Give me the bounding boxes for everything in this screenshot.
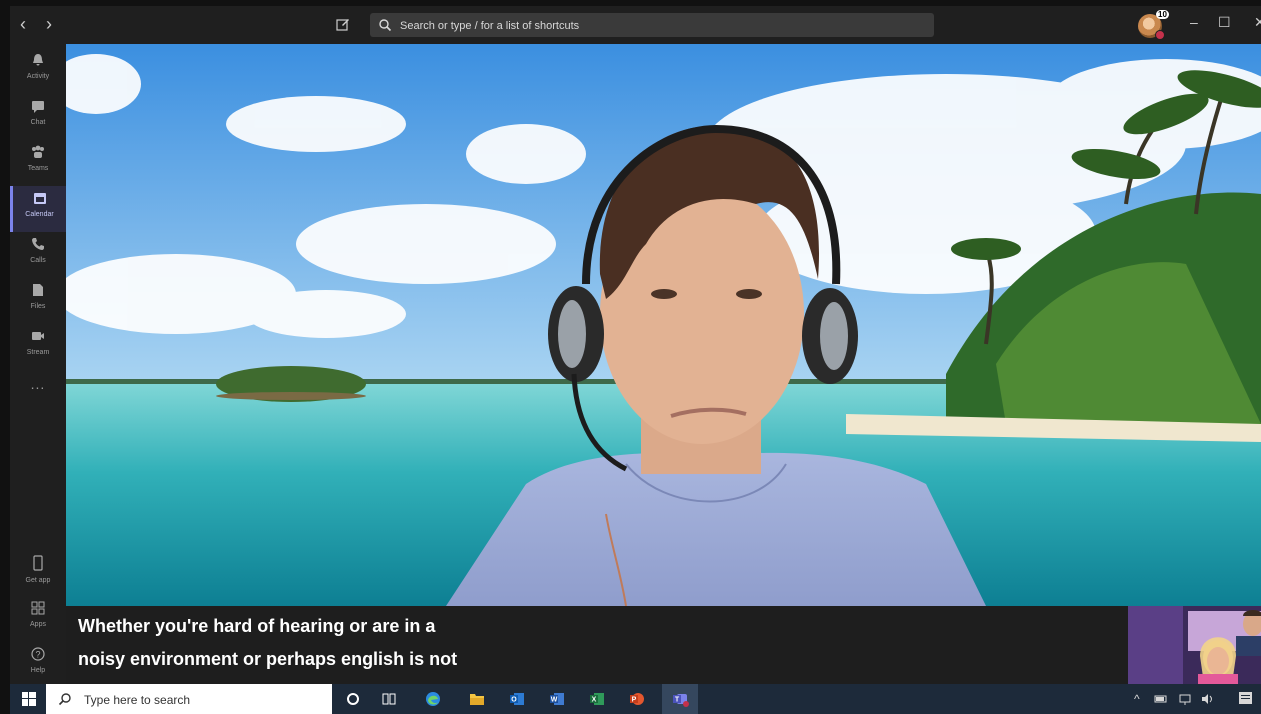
teams-window: ‹ › 10 – ☐ ✕ Activity Chat — [0, 0, 1261, 714]
rail-item-calendar[interactable]: Calendar — [10, 186, 66, 232]
taskbar-active-app[interactable]: T — [662, 684, 698, 714]
rail-item-apps[interactable]: Apps — [10, 596, 66, 642]
video-feed — [66, 44, 1261, 606]
back-arrow-icon[interactable]: ‹ — [20, 14, 26, 35]
battery-icon[interactable] — [1154, 692, 1168, 706]
svg-text:P: P — [632, 697, 637, 704]
maximize-button[interactable]: ☐ — [1218, 14, 1231, 31]
teams-icon: T — [673, 694, 689, 707]
rail-item-label: Get app — [25, 577, 51, 584]
taskbar-search-placeholder: Type here to search — [84, 693, 191, 707]
task-view-icon[interactable] — [380, 690, 398, 708]
compose-icon[interactable] — [336, 17, 350, 31]
edge-icon[interactable] — [424, 690, 442, 708]
cortana-icon[interactable] — [344, 690, 362, 708]
svg-text:?: ? — [35, 650, 40, 660]
search-input[interactable] — [398, 15, 922, 37]
apps-icon — [31, 601, 45, 615]
outlook-icon[interactable]: O — [508, 690, 526, 708]
rail-item-get-app[interactable]: Get app — [10, 550, 66, 596]
phone-icon — [32, 238, 44, 250]
rail-item-label: Calendar — [25, 211, 54, 218]
teams-icon — [32, 145, 44, 158]
title-bar: ‹ › 10 – ☐ ✕ — [10, 6, 1261, 44]
mobile-icon — [33, 555, 43, 571]
word-icon[interactable]: W — [548, 690, 566, 708]
notification-badge: 10 — [1156, 10, 1169, 19]
rail-item-label: Activity — [26, 73, 50, 80]
help-icon: ? — [31, 647, 45, 661]
more-apps-icon[interactable]: ... — [10, 376, 66, 392]
close-button[interactable]: ✕ — [1254, 14, 1261, 31]
rail-item-help[interactable]: ? Help — [10, 642, 66, 688]
network-icon[interactable] — [1178, 692, 1192, 706]
rail-item-chat[interactable]: Chat — [10, 94, 66, 140]
speaker-video — [66, 44, 1261, 606]
rail-item-label: Help — [30, 667, 46, 674]
rail-item-activity[interactable]: Activity — [10, 48, 66, 94]
rail-item-teams[interactable]: Teams — [10, 140, 66, 186]
svg-text:X: X — [592, 697, 597, 704]
rail-item-files[interactable]: Files — [10, 278, 66, 324]
files-icon — [33, 284, 43, 296]
volume-icon[interactable] — [1200, 692, 1214, 706]
file-explorer-icon[interactable] — [468, 690, 486, 708]
forward-arrow-icon[interactable]: › — [46, 14, 52, 35]
rail-item-calls[interactable]: Calls — [10, 232, 66, 278]
powerpoint-icon[interactable]: P — [628, 690, 646, 708]
minimize-button[interactable]: – — [1190, 14, 1198, 30]
rail-item-label: Apps — [30, 621, 46, 628]
rail-item-label: Teams — [27, 165, 49, 172]
svg-text:T: T — [675, 697, 680, 704]
profile-menu[interactable]: 10 — [1134, 10, 1170, 40]
rail-item-label: Chat — [30, 119, 46, 126]
rail-item-label: Files — [30, 303, 46, 310]
windows-taskbar: Type here to search O W X P T ^ — [10, 684, 1261, 714]
bell-icon — [33, 54, 43, 66]
show-hidden-icons-icon[interactable]: ^ — [1134, 692, 1140, 706]
windows-start-icon[interactable] — [22, 692, 36, 706]
participant-thumbnail[interactable] — [1128, 606, 1261, 684]
calendar-icon — [33, 193, 46, 204]
rail-item-label: Calls — [30, 257, 46, 264]
chat-icon — [32, 101, 44, 113]
app-rail: Activity Chat Teams Calendar Calls Files… — [10, 44, 66, 684]
rail-item-label: Stream — [26, 349, 50, 356]
svg-text:W: W — [551, 697, 558, 704]
notifications-icon[interactable] — [1238, 691, 1253, 706]
search-icon — [58, 693, 71, 706]
caption-line: Whether you're hard of hearing or are in… — [78, 616, 436, 636]
participant-video — [1128, 606, 1261, 684]
stream-icon — [32, 332, 44, 340]
caption-line: noisy environment or perhaps english is … — [78, 649, 458, 669]
search-icon — [379, 19, 392, 32]
search-box[interactable] — [370, 13, 934, 37]
rail-item-stream[interactable]: Stream — [10, 324, 66, 370]
taskbar-search-box[interactable]: Type here to search — [46, 684, 332, 714]
presence-status-icon — [1155, 30, 1165, 40]
svg-text:O: O — [511, 697, 517, 704]
live-captions-panel: Whether you're hard of hearing or are in… — [66, 606, 1128, 684]
excel-icon[interactable]: X — [588, 690, 606, 708]
